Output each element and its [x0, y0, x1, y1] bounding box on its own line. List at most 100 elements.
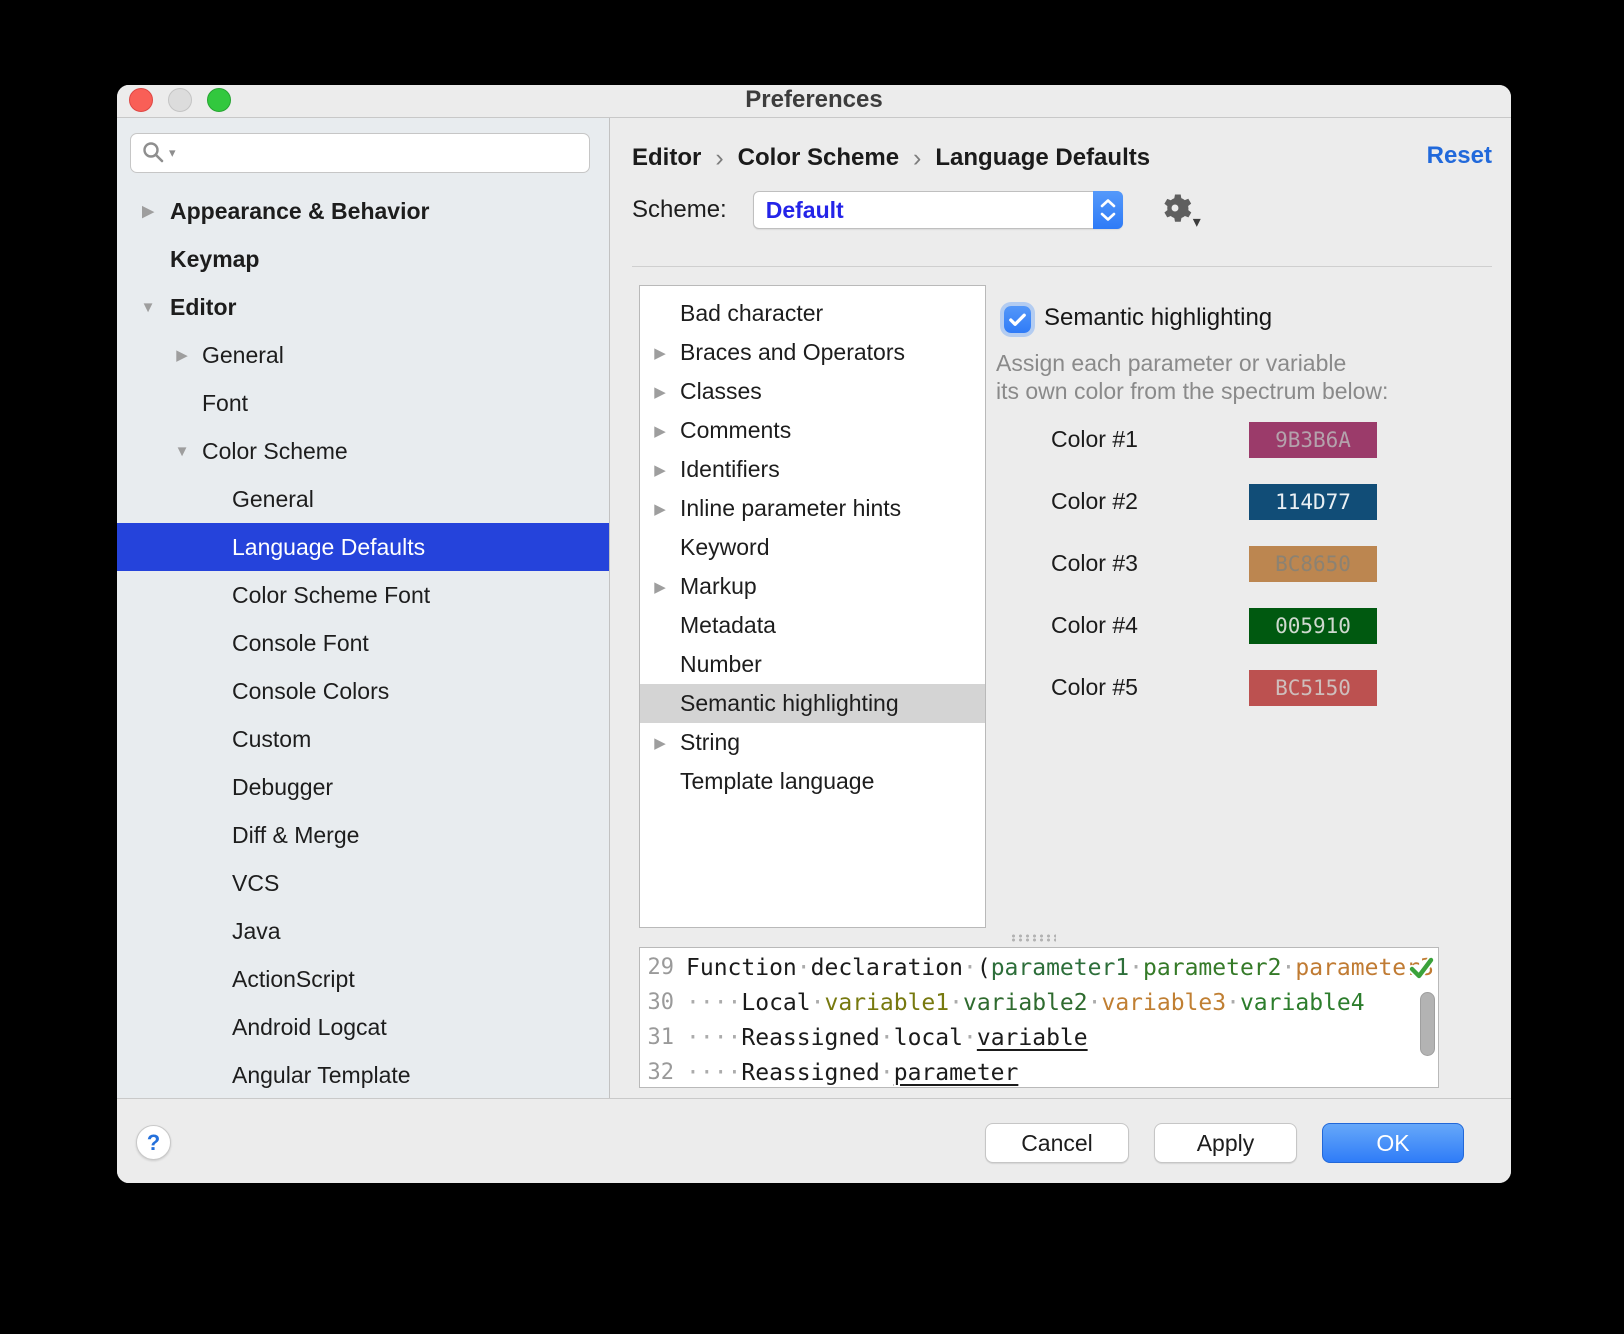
help-button[interactable]: ? — [136, 1125, 171, 1160]
section-item-keyword[interactable]: Keyword — [640, 528, 985, 567]
sidebar-item-general[interactable]: ▶ General — [117, 331, 609, 379]
scheme-actions-button[interactable]: ▾ — [1157, 190, 1197, 230]
semantic-highlighting-checkbox[interactable] — [1004, 306, 1031, 333]
scheme-select[interactable]: Default — [753, 191, 1123, 229]
color-swatch-4[interactable]: 005910 — [1249, 608, 1377, 644]
section-item-label: Classes — [680, 378, 762, 405]
sidebar-item-label: Java — [232, 918, 281, 945]
gear-caret-icon: ▾ — [1193, 212, 1201, 232]
section-item-semantic-highlighting[interactable]: Semantic highlighting — [640, 684, 985, 723]
chevron-collapsed-icon[interactable]: ▶ — [172, 346, 192, 364]
sidebar-item-angular-template[interactable]: Angular Template — [117, 1051, 609, 1098]
color-swatch-5[interactable]: BC5150 — [1249, 670, 1377, 706]
sidebar-item-vcs[interactable]: VCS — [117, 859, 609, 907]
sidebar-item-label: General — [202, 342, 284, 369]
sidebar-item-language-defaults[interactable]: Language Defaults — [117, 523, 609, 571]
sidebar-item-color-scheme[interactable]: ▼ Color Scheme — [117, 427, 609, 475]
sidebar-item-general[interactable]: General — [117, 475, 609, 523]
select-stepper-icon[interactable] — [1093, 191, 1123, 229]
chevron-collapsed-icon[interactable]: ▶ — [138, 202, 158, 220]
sidebar-item-diff-merge[interactable]: Diff & Merge — [117, 811, 609, 859]
sidebar-item-label: Editor — [170, 294, 236, 321]
chevron-collapsed-icon[interactable]: ▶ — [650, 578, 670, 596]
settings-tree: ▶ Appearance & Behavior Keymap ▼ Editor ▶ Gene… — [117, 187, 609, 1098]
color-swatch-3[interactable]: BC8650 — [1249, 546, 1377, 582]
code-line-32: 32····Reassigned·parameter — [640, 1055, 1438, 1088]
sidebar-item-label: Color Scheme Font — [232, 582, 430, 609]
code-token: local — [894, 1025, 963, 1051]
scheme-label: Scheme: — [632, 196, 727, 224]
section-item-inline-parameter-hints[interactable]: ▶Inline parameter hints — [640, 489, 985, 528]
ok-button[interactable]: OK — [1322, 1123, 1464, 1163]
section-item-label: Comments — [680, 417, 791, 444]
code-token: variable4 — [1240, 990, 1365, 1016]
sidebar-item-color-scheme-font[interactable]: Color Scheme Font — [117, 571, 609, 619]
sidebar-item-label: Appearance & Behavior — [170, 198, 429, 225]
breadcrumb-separator-icon: › — [913, 144, 921, 173]
preview-scrollbar[interactable] — [1420, 992, 1435, 1056]
reset-link[interactable]: Reset — [1427, 142, 1492, 170]
content-panel: Editor›Color Scheme›Language Defaults Re… — [610, 118, 1511, 1098]
gear-icon — [1157, 190, 1193, 226]
sidebar-item-editor[interactable]: ▼ Editor — [117, 283, 609, 331]
cancel-button[interactable]: Cancel — [985, 1123, 1129, 1163]
sidebar-item-debugger[interactable]: Debugger — [117, 763, 609, 811]
titlebar[interactable]: Preferences — [117, 85, 1511, 118]
sidebar-item-font[interactable]: Font — [117, 379, 609, 427]
chevron-expanded-icon[interactable]: ▼ — [138, 299, 158, 316]
sidebar-item-java[interactable]: Java — [117, 907, 609, 955]
chevron-expanded-icon[interactable]: ▼ — [172, 443, 192, 460]
breadcrumb-item-color-scheme[interactable]: Color Scheme — [738, 144, 899, 172]
sidebar-item-label: Debugger — [232, 774, 333, 801]
chevron-collapsed-icon[interactable]: ▶ — [650, 734, 670, 752]
section-item-label: Metadata — [680, 612, 776, 639]
chevron-collapsed-icon[interactable]: ▶ — [650, 422, 670, 440]
chevron-collapsed-icon[interactable]: ▶ — [650, 461, 670, 479]
color-swatch-1[interactable]: 9B3B6A — [1249, 422, 1377, 458]
section-item-comments[interactable]: ▶ Comments — [640, 411, 985, 450]
checkmark-icon — [1006, 308, 1029, 331]
sidebar-item-keymap[interactable]: Keymap — [117, 235, 609, 283]
saved-checkmark-icon — [1406, 952, 1436, 982]
whitespace-dots: · — [1088, 990, 1102, 1016]
sidebar-item-custom[interactable]: Custom — [117, 715, 609, 763]
apply-button[interactable]: Apply — [1154, 1123, 1297, 1163]
chevron-collapsed-icon[interactable]: ▶ — [650, 344, 670, 362]
section-item-metadata[interactable]: Metadata — [640, 606, 985, 645]
sidebar-item-label: Android Logcat — [232, 1014, 387, 1041]
section-item-braces-and-operators[interactable]: ▶Braces and Operators — [640, 333, 985, 372]
section-item-label: Markup — [680, 573, 757, 600]
section-item-identifiers[interactable]: ▶Identifiers — [640, 450, 985, 489]
color-label-1: Color #1 — [1051, 426, 1138, 453]
breadcrumb-item-language-defaults[interactable]: Language Defaults — [935, 144, 1150, 172]
splitter-gripper-icon[interactable] — [1010, 934, 1056, 942]
whitespace-dots: ···· — [686, 1060, 741, 1086]
breadcrumb-item-editor[interactable]: Editor — [632, 144, 701, 172]
color-label-2: Color #2 — [1051, 488, 1138, 515]
code-token: Reassigned — [741, 1025, 879, 1051]
whitespace-dots: ···· — [686, 1025, 741, 1051]
chevron-collapsed-icon[interactable]: ▶ — [650, 383, 670, 401]
section-item-markup[interactable]: ▶ Markup — [640, 567, 985, 606]
sidebar-item-console-font[interactable]: Console Font — [117, 619, 609, 667]
whitespace-dots: · — [963, 955, 977, 981]
search-options-caret-icon[interactable]: ▾ — [169, 145, 176, 161]
color-swatch-2[interactable]: 114D77 — [1249, 484, 1377, 520]
code-token: Local — [741, 990, 810, 1016]
section-item-string[interactable]: ▶String — [640, 723, 985, 762]
code-token: ( — [977, 955, 991, 981]
sidebar-item-actionscript[interactable]: ActionScript — [117, 955, 609, 1003]
section-item-number[interactable]: Number — [640, 645, 985, 684]
section-item-template-language[interactable]: Template language — [640, 762, 985, 801]
sidebar-item-console-colors[interactable]: Console Colors — [117, 667, 609, 715]
chevron-collapsed-icon[interactable]: ▶ — [650, 500, 670, 518]
sidebar-item-android-logcat[interactable]: Android Logcat — [117, 1003, 609, 1051]
search-input[interactable]: ▾ — [130, 133, 590, 173]
whitespace-dots: · — [880, 1025, 894, 1051]
sidebar-item-label: General — [232, 486, 314, 513]
code-token: parameter1 — [991, 955, 1129, 981]
section-item-classes[interactable]: ▶ Classes — [640, 372, 985, 411]
section-item-bad-character[interactable]: Bad character — [640, 294, 985, 333]
sidebar-item-appearance-behavior[interactable]: ▶ Appearance & Behavior — [117, 187, 609, 235]
sidebar-item-label: Color Scheme — [202, 438, 348, 465]
